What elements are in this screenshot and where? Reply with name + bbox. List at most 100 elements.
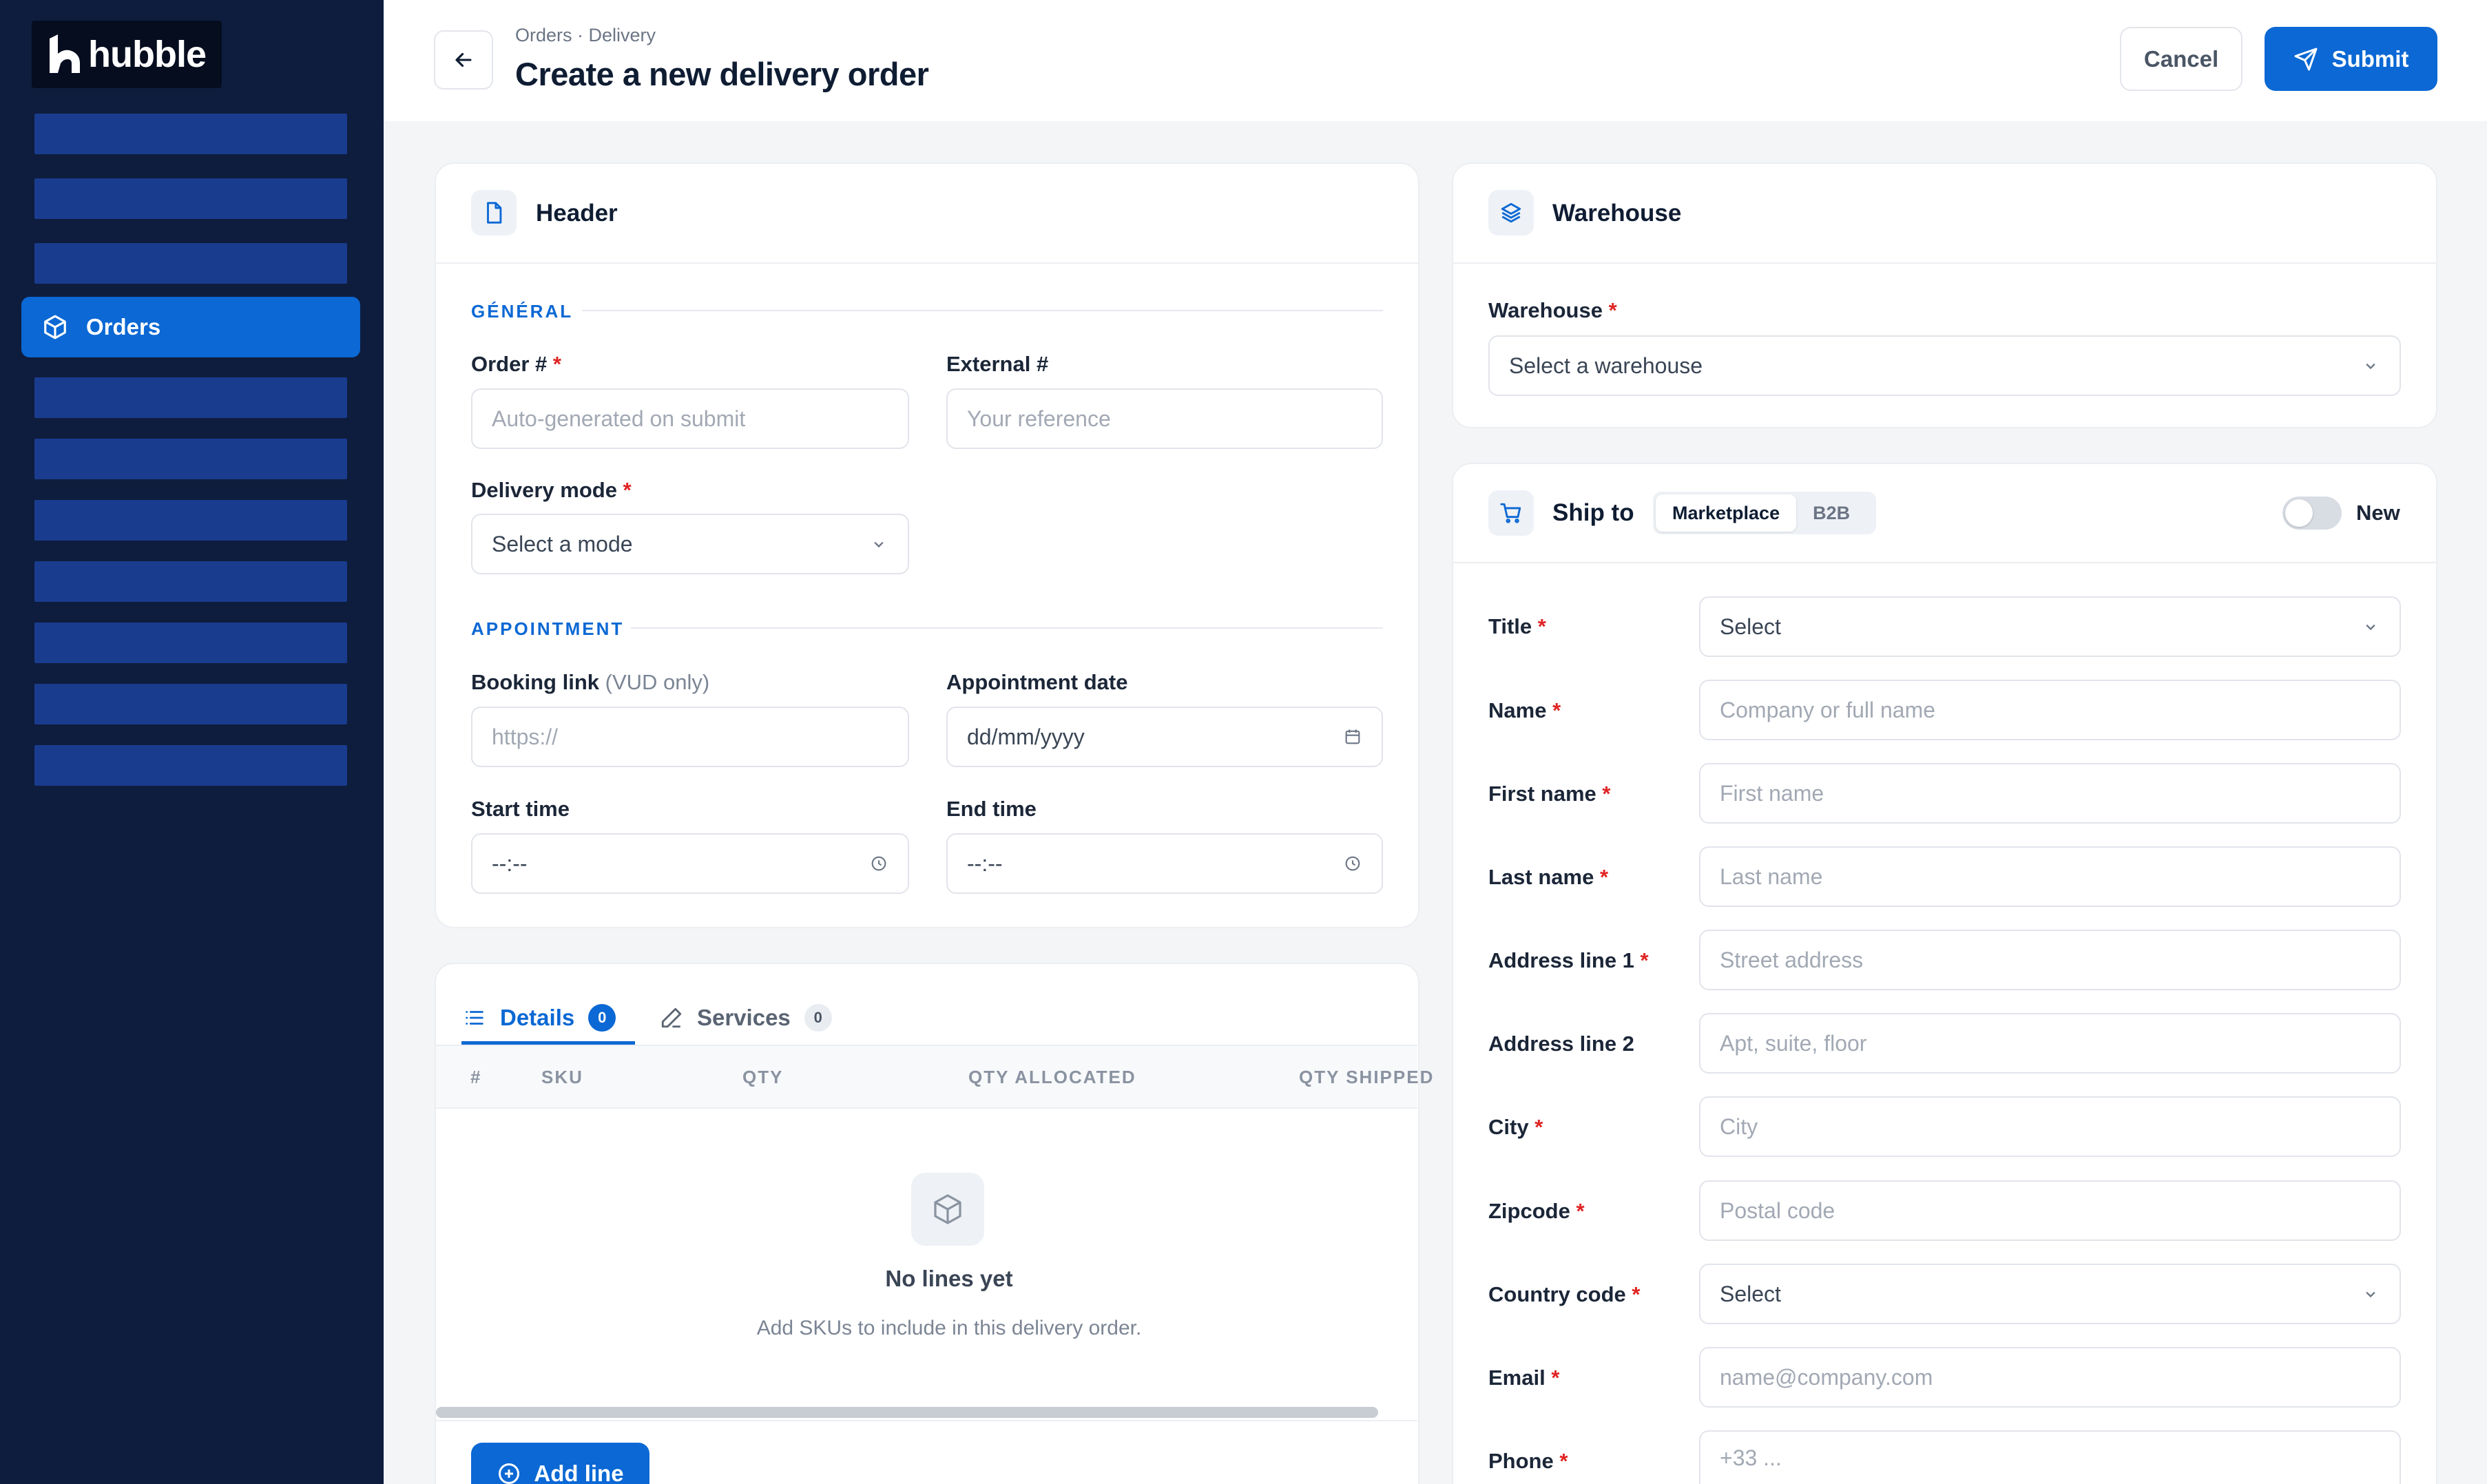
nav-item-placeholder[interactable] bbox=[34, 439, 347, 479]
logo-text: hubble bbox=[88, 34, 207, 75]
booking-link-input[interactable]: https:// bbox=[471, 707, 909, 767]
end-time-input[interactable]: --:-- bbox=[946, 833, 1383, 894]
column-header: # bbox=[470, 1067, 482, 1087]
address-line-2-input[interactable]: Apt, suite, floor bbox=[1699, 1013, 2401, 1074]
placeholder: Apt, suite, floor bbox=[1720, 1030, 1867, 1056]
nav-item-label: Orders bbox=[86, 314, 161, 339]
card-title-warehouse: Warehouse bbox=[1552, 200, 1682, 227]
tab-label: Services bbox=[697, 1005, 791, 1030]
phone-input[interactable]: +33 ... bbox=[1699, 1430, 2401, 1484]
card-title-header: Header bbox=[536, 200, 618, 227]
empty-state-subtitle: Add SKUs to include in this delivery ord… bbox=[756, 1317, 1142, 1339]
select-value: Select bbox=[1720, 614, 1781, 639]
page-title: Create a new delivery order bbox=[515, 56, 929, 92]
order-number-input[interactable]: Auto-generated on submit bbox=[471, 388, 909, 449]
delivery-mode-select[interactable]: Select a mode bbox=[471, 514, 909, 574]
section-label-general: GÉNÉRAL bbox=[471, 301, 574, 322]
country-code-select[interactable]: Select bbox=[1699, 1264, 2401, 1324]
new-address-toggle[interactable] bbox=[2282, 497, 2342, 530]
segment-b2b[interactable]: B2B bbox=[1796, 503, 1866, 524]
nav-item-placeholder[interactable] bbox=[34, 243, 347, 284]
divider bbox=[1453, 562, 2436, 563]
divider bbox=[1453, 262, 2436, 264]
count-badge: 0 bbox=[804, 1004, 832, 1032]
chevron-down-icon bbox=[2366, 1291, 2375, 1298]
start-time-label: Start time bbox=[471, 797, 570, 821]
divider bbox=[436, 262, 1418, 264]
title-select[interactable]: Select bbox=[1699, 596, 2401, 657]
first-name-input[interactable]: First name bbox=[1699, 763, 2401, 824]
placeholder: Last name bbox=[1720, 864, 1823, 889]
nav-item-placeholder[interactable] bbox=[34, 377, 347, 418]
chevron-down-icon bbox=[2366, 363, 2375, 370]
box-icon bbox=[934, 1194, 961, 1224]
zipcode-label: Zipcode * bbox=[1488, 1199, 1585, 1223]
warehouse-select[interactable]: Select a warehouse bbox=[1488, 335, 2401, 396]
country-code-label: Country code * bbox=[1488, 1282, 1641, 1306]
horizontal-scrollbar[interactable] bbox=[436, 1407, 1378, 1418]
nav-item-placeholder[interactable] bbox=[34, 684, 347, 724]
city-label: City * bbox=[1488, 1115, 1543, 1139]
start-time-input[interactable]: --:-- bbox=[471, 833, 909, 894]
nav-item-placeholder[interactable] bbox=[34, 114, 347, 154]
tab-label: Details bbox=[500, 1005, 575, 1030]
arrow-left-icon bbox=[455, 52, 472, 67]
nav-item-placeholder[interactable] bbox=[34, 500, 347, 541]
address-line-1-label: Address line 1 * bbox=[1488, 948, 1649, 972]
zipcode-input[interactable]: Postal code bbox=[1699, 1180, 2401, 1241]
logo[interactable]: hubble bbox=[32, 21, 222, 88]
tab-details[interactable]: Details 0 bbox=[463, 990, 616, 1045]
segment-marketplace[interactable]: Marketplace bbox=[1656, 494, 1797, 532]
name-input[interactable]: Company or full name bbox=[1699, 680, 2401, 740]
calendar-icon bbox=[1345, 729, 1360, 744]
document-icon bbox=[487, 202, 502, 224]
submit-label: Submit bbox=[2331, 45, 2409, 72]
sidebar: hubble Orders bbox=[0, 0, 384, 1484]
select-value: Select a mode bbox=[492, 531, 633, 556]
empty-state-title: No lines yet bbox=[885, 1266, 1013, 1291]
card-title-ship-to: Ship to bbox=[1552, 499, 1634, 526]
divider bbox=[436, 1420, 1417, 1421]
box-icon bbox=[44, 315, 66, 339]
email-input[interactable]: name@company.com bbox=[1699, 1347, 2401, 1408]
nav-item-orders[interactable]: Orders bbox=[21, 297, 360, 357]
card-icon-ship-to bbox=[1488, 490, 1534, 536]
card-icon-header bbox=[471, 190, 517, 236]
send-icon bbox=[2294, 48, 2318, 70]
placeholder: Company or full name bbox=[1720, 697, 1936, 722]
tab-services[interactable]: Services 0 bbox=[660, 990, 832, 1045]
nav-item-placeholder[interactable] bbox=[34, 178, 347, 219]
city-input[interactable]: City bbox=[1699, 1096, 2401, 1157]
nav-item-placeholder[interactable] bbox=[34, 623, 347, 663]
booking-link-label: Booking link (VUD only) bbox=[471, 670, 710, 694]
appointment-date-input[interactable]: dd/mm/yyyy bbox=[946, 707, 1383, 767]
breadcrumb: Orders · Delivery bbox=[515, 25, 656, 45]
date-placeholder: dd/mm/yyyy bbox=[967, 724, 1085, 749]
select-value: Select bbox=[1720, 1281, 1781, 1306]
add-line-button[interactable]: Add line bbox=[471, 1443, 649, 1484]
appointment-date-label: Appointment date bbox=[946, 670, 1128, 694]
external-number-input[interactable]: Your reference bbox=[946, 388, 1383, 449]
time-placeholder: --:-- bbox=[967, 850, 1003, 876]
name-label: Name * bbox=[1488, 698, 1561, 722]
delivery-mode-label: Delivery mode * bbox=[471, 478, 632, 502]
count-badge: 0 bbox=[588, 1004, 616, 1032]
end-time-label: End time bbox=[946, 797, 1037, 821]
nav-item-placeholder[interactable] bbox=[34, 561, 347, 602]
layers-icon bbox=[1501, 202, 1521, 223]
order-label: Order # * bbox=[471, 352, 561, 376]
back-button[interactable] bbox=[434, 30, 493, 90]
placeholder: Auto-generated on submit bbox=[492, 406, 746, 431]
address-line-1-input[interactable]: Street address bbox=[1699, 930, 2401, 990]
nav-item-placeholder[interactable] bbox=[34, 745, 347, 786]
last-name-input[interactable]: Last name bbox=[1699, 846, 2401, 907]
cancel-button[interactable]: Cancel bbox=[2120, 27, 2243, 91]
placeholder: https:// bbox=[492, 724, 559, 749]
submit-button[interactable]: Submit bbox=[2265, 27, 2437, 91]
list-icon bbox=[466, 1011, 483, 1025]
placeholder: name@company.com bbox=[1720, 1364, 1933, 1390]
cart-icon bbox=[1500, 503, 1521, 523]
time-placeholder: --:-- bbox=[492, 850, 528, 876]
divider bbox=[582, 310, 1383, 311]
address-line-2-label: Address line 2 bbox=[1488, 1032, 1634, 1056]
